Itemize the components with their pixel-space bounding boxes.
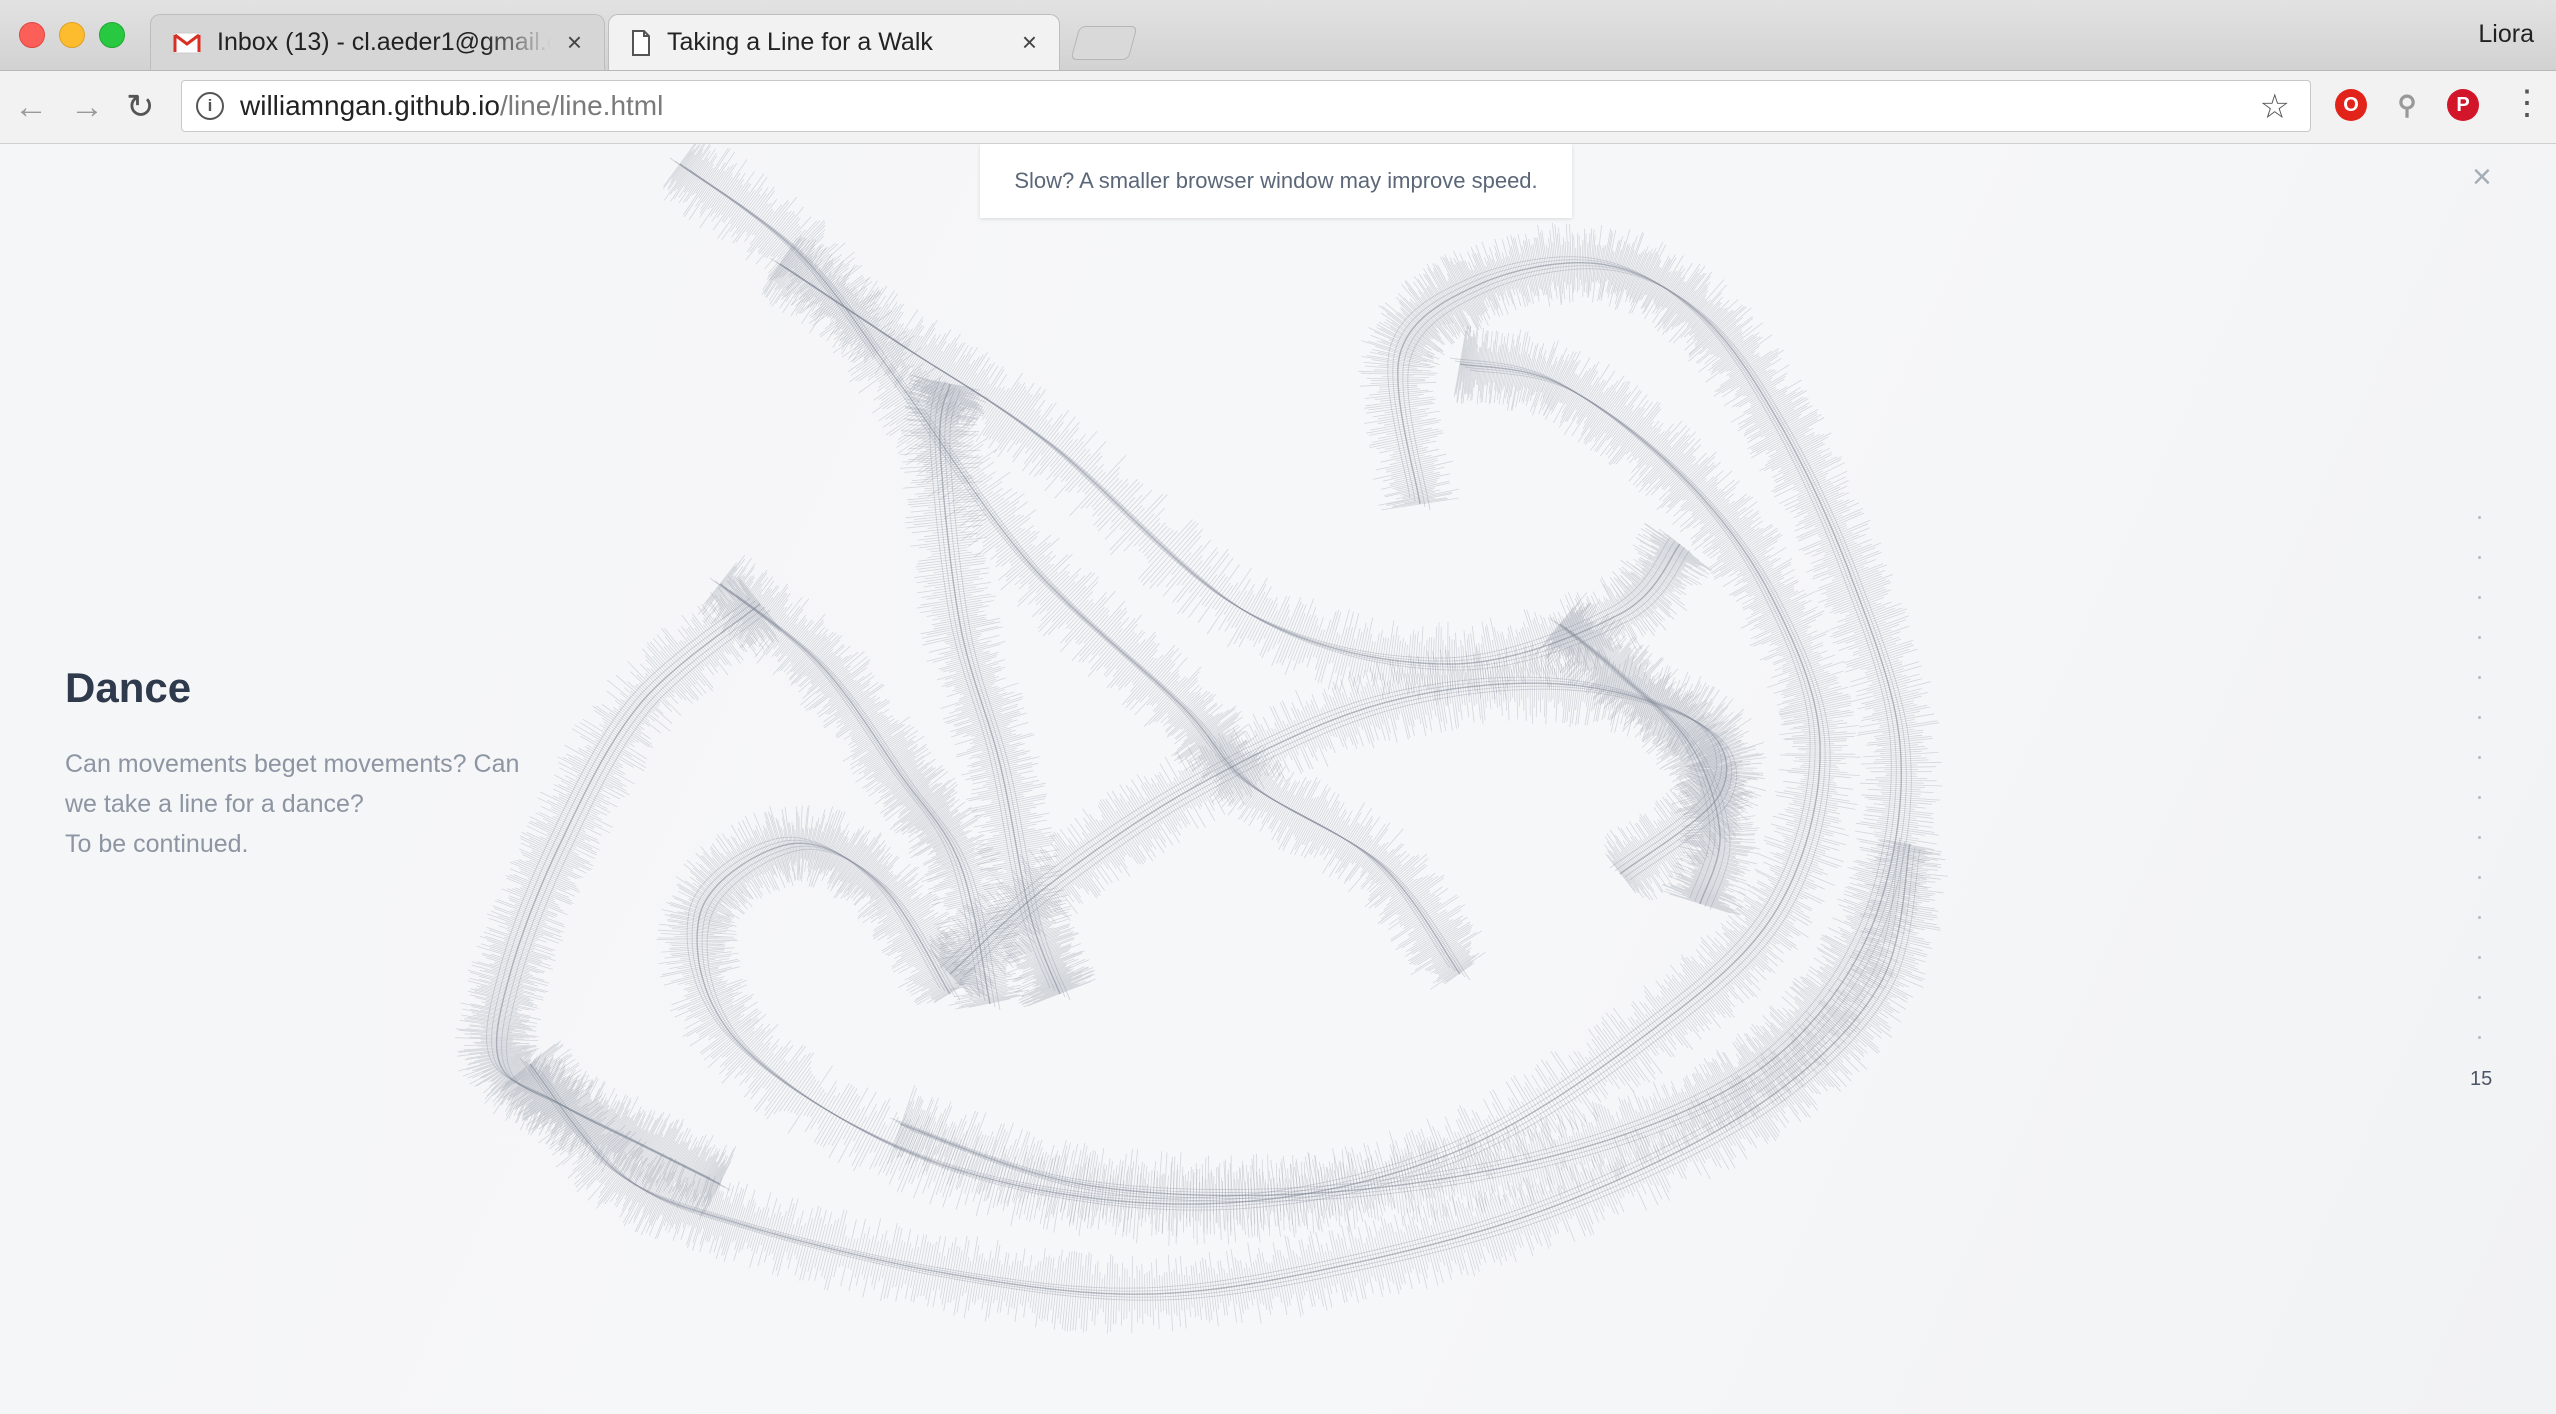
search-extension-icon[interactable]: ⚲ bbox=[2391, 89, 2423, 121]
pinterest-icon[interactable]: P bbox=[2447, 89, 2479, 121]
gmail-icon bbox=[173, 32, 201, 53]
page-title: Dance bbox=[65, 664, 192, 711]
opera-extension-icon[interactable]: O bbox=[2335, 89, 2367, 121]
document-icon bbox=[632, 29, 650, 56]
url-path: /line/line.html bbox=[499, 90, 664, 121]
browser-menu-icon[interactable]: ⋮ bbox=[2510, 86, 2544, 120]
tab-close-icon[interactable]: × bbox=[567, 27, 582, 58]
browser-toolbar: ← → ↻ i williamngan.github.io/line/line.… bbox=[0, 71, 2556, 144]
line-ribbon bbox=[899, 374, 1096, 1008]
page-content: Slow? A smaller browser window may impro… bbox=[0, 144, 2556, 1414]
info-icon[interactable]: i bbox=[196, 92, 224, 120]
forward-arrow-icon[interactable]: → bbox=[70, 87, 104, 127]
step-dot[interactable] bbox=[2478, 676, 2481, 679]
step-dot[interactable] bbox=[2478, 836, 2481, 839]
step-dot[interactable] bbox=[2478, 756, 2481, 759]
tab-close-icon[interactable]: × bbox=[1022, 27, 1037, 58]
step-dot[interactable] bbox=[2478, 556, 2481, 559]
description-line: Can movements beget movements? Can bbox=[65, 750, 520, 778]
line-ribbon bbox=[887, 222, 1943, 1237]
step-number: 15 bbox=[2470, 1068, 2493, 1090]
step-dot[interactable] bbox=[2478, 716, 2481, 719]
speed-notice: Slow? A smaller browser window may impro… bbox=[980, 144, 1572, 218]
description-line: we take a line for a dance? bbox=[65, 790, 364, 818]
bookmark-star-icon[interactable]: ☆ bbox=[2260, 87, 2290, 127]
back-arrow-icon[interactable]: ← bbox=[14, 87, 48, 127]
line-ribbon bbox=[455, 576, 783, 1220]
window-close-button[interactable] bbox=[19, 22, 45, 48]
tab-line-walk-label: Taking a Line for a Walk bbox=[667, 28, 933, 56]
step-dot[interactable] bbox=[2478, 516, 2481, 519]
close-icon[interactable]: × bbox=[2472, 158, 2492, 197]
window-zoom-button[interactable] bbox=[99, 22, 125, 48]
tab-inbox[interactable]: Inbox (13) - cl.aeder1@gmail.com × bbox=[150, 14, 605, 70]
browser-titlebar: Inbox (13) - cl.aeder1@gmail.com × Takin… bbox=[0, 0, 2556, 71]
address-bar[interactable]: i williamngan.github.io/line/line.html ☆ bbox=[181, 80, 2311, 132]
step-dot[interactable] bbox=[2478, 916, 2481, 919]
url-host: williamngan.github.io bbox=[240, 90, 500, 121]
reload-icon[interactable]: ↻ bbox=[126, 87, 155, 127]
step-dot[interactable] bbox=[2478, 996, 2481, 999]
description: Can movements beget movements? Can we ta… bbox=[65, 744, 585, 864]
profile-name[interactable]: Liora bbox=[2478, 20, 2534, 49]
tab-line-walk[interactable]: Taking a Line for a Walk × bbox=[608, 14, 1060, 70]
step-dot[interactable] bbox=[2478, 596, 2481, 599]
tab-inbox-label: Inbox (13) - cl.aeder1@gmail.com bbox=[217, 28, 551, 56]
step-dot[interactable] bbox=[2478, 796, 2481, 799]
step-dot[interactable] bbox=[2478, 636, 2481, 639]
speed-notice-text: Slow? A smaller browser window may impro… bbox=[1014, 168, 1538, 193]
new-tab-button[interactable] bbox=[1070, 26, 1138, 60]
step-dot[interactable] bbox=[2478, 1036, 2481, 1039]
step-dot[interactable] bbox=[2478, 956, 2481, 959]
step-dot[interactable] bbox=[2478, 876, 2481, 879]
description-line: To be continued. bbox=[65, 830, 249, 858]
window-minimize-button[interactable] bbox=[59, 22, 85, 48]
